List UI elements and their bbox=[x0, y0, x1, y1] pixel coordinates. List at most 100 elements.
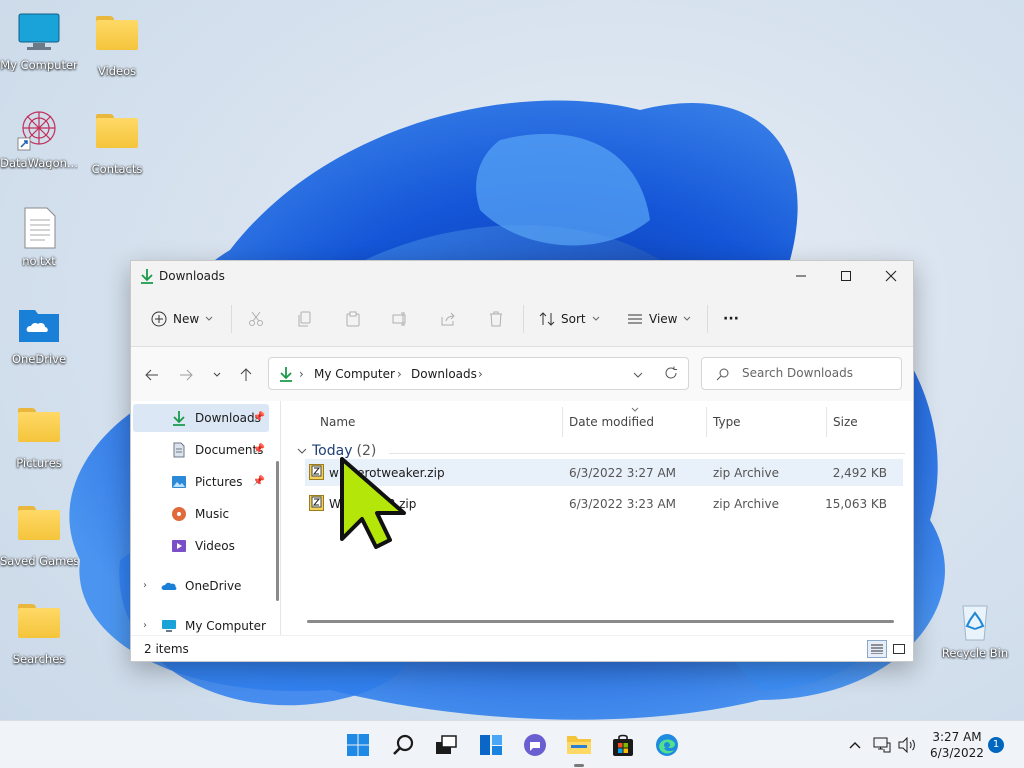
desktop-icon-my-computer[interactable]: My Computer bbox=[0, 10, 78, 72]
search-taskbar-button[interactable] bbox=[389, 731, 417, 759]
desktop-icon-no-txt[interactable]: no.txt bbox=[0, 206, 78, 268]
new-label: New bbox=[173, 312, 200, 326]
share-button[interactable] bbox=[440, 308, 456, 330]
store-bag-icon bbox=[613, 734, 633, 756]
scissors-icon bbox=[249, 311, 263, 326]
onedrive-folder-icon bbox=[19, 310, 59, 342]
widgets-button[interactable] bbox=[477, 731, 505, 759]
sort-label: Sort bbox=[561, 312, 586, 326]
nav-item-downloads[interactable]: Downloads 📌 bbox=[133, 404, 269, 432]
paste-button[interactable] bbox=[345, 308, 361, 330]
datawagon-shortcut-icon bbox=[17, 111, 56, 151]
copy-icon bbox=[298, 311, 311, 327]
desktop-icon-pictures[interactable]: Pictures bbox=[0, 402, 78, 470]
forward-button[interactable] bbox=[175, 364, 197, 386]
windows-logo-icon bbox=[347, 734, 369, 756]
edge-button[interactable] bbox=[653, 731, 681, 759]
sort-indicator-icon bbox=[631, 407, 639, 412]
view-button[interactable]: View bbox=[627, 308, 691, 330]
nav-item-pictures[interactable]: Pictures 📌 bbox=[133, 468, 269, 496]
sort-button[interactable]: Sort bbox=[539, 308, 600, 330]
horizontal-scrollbar[interactable] bbox=[307, 620, 894, 623]
start-button[interactable] bbox=[344, 731, 372, 759]
toolbar-divider bbox=[231, 305, 232, 333]
folder-icon bbox=[96, 16, 138, 50]
maximize-button[interactable] bbox=[823, 261, 869, 291]
breadcrumb-my-computer[interactable]: My Computer bbox=[314, 367, 395, 381]
desktop-icon-label: My Computer bbox=[0, 58, 78, 72]
column-header-size[interactable]: Size bbox=[833, 415, 858, 429]
nav-item-label: Videos bbox=[195, 539, 235, 553]
breadcrumb-separator: › bbox=[478, 367, 483, 381]
rename-button[interactable] bbox=[392, 308, 408, 330]
desktop-icon-onedrive[interactable]: OneDrive bbox=[0, 304, 78, 366]
show-hidden-icons-button[interactable] bbox=[845, 735, 865, 755]
teams-chat-button[interactable] bbox=[521, 731, 549, 759]
file-date: 6/3/2022 3:27 AM bbox=[569, 466, 677, 480]
notification-badge[interactable]: 1 bbox=[988, 737, 1004, 753]
file-explorer-taskbar-button[interactable] bbox=[565, 731, 593, 767]
nav-item-onedrive[interactable]: › OneDrive bbox=[133, 572, 269, 600]
details-view-button[interactable] bbox=[867, 640, 887, 658]
download-icon bbox=[173, 411, 185, 426]
more-options-button[interactable]: ··· bbox=[723, 308, 739, 330]
file-explorer-window[interactable]: Downloads New Sort View ··· › My Compute… bbox=[130, 260, 914, 662]
search-box[interactable] bbox=[701, 357, 902, 390]
tiles-view-button[interactable] bbox=[889, 640, 909, 658]
view-label: View bbox=[649, 312, 678, 326]
file-type: zip Archive bbox=[713, 497, 779, 511]
widgets-icon bbox=[480, 735, 502, 755]
desktop-icon-videos[interactable]: Videos bbox=[78, 10, 156, 78]
window-title: Downloads bbox=[159, 269, 225, 283]
column-header-date[interactable]: Date modified bbox=[569, 415, 654, 429]
desktop-icon-searches[interactable]: Searches bbox=[0, 598, 78, 666]
file-size: 15,063 KB bbox=[825, 497, 887, 511]
back-button[interactable] bbox=[141, 364, 163, 386]
title-bar[interactable]: Downloads bbox=[131, 261, 913, 291]
nav-item-documents[interactable]: Documents 📌 bbox=[133, 436, 269, 464]
cut-button[interactable] bbox=[248, 308, 264, 330]
breadcrumb-downloads[interactable]: Downloads bbox=[411, 367, 477, 381]
nav-item-music[interactable]: Music bbox=[133, 500, 269, 528]
nav-item-label: Downloads bbox=[195, 411, 261, 425]
videos-icon bbox=[172, 540, 186, 552]
store-button[interactable] bbox=[609, 731, 637, 759]
speaker-icon bbox=[898, 737, 915, 753]
refresh-icon[interactable] bbox=[664, 366, 678, 380]
search-icon bbox=[393, 734, 414, 755]
close-icon bbox=[885, 270, 897, 282]
new-button[interactable]: New bbox=[151, 308, 213, 330]
file-type: zip Archive bbox=[713, 466, 779, 480]
nav-item-videos[interactable]: Videos bbox=[133, 532, 269, 560]
copy-button[interactable] bbox=[297, 308, 313, 330]
desktop-icon-label: Contacts bbox=[91, 162, 143, 176]
delete-button[interactable] bbox=[488, 308, 504, 330]
network-button[interactable] bbox=[872, 735, 892, 755]
address-history-chevron-icon[interactable] bbox=[633, 372, 643, 379]
desktop-icon-saved-games[interactable]: Saved Games bbox=[0, 500, 78, 568]
search-input[interactable] bbox=[742, 366, 892, 380]
minimize-button[interactable] bbox=[778, 261, 824, 291]
chevron-down-icon bbox=[205, 316, 213, 321]
close-button[interactable] bbox=[868, 261, 914, 291]
nav-scrollbar[interactable] bbox=[276, 461, 279, 601]
desktop-icon-recycle-bin[interactable]: Recycle Bin bbox=[936, 598, 1014, 660]
file-size: 2,492 KB bbox=[832, 466, 887, 480]
chevron-right-icon[interactable]: › bbox=[143, 580, 147, 591]
address-bar[interactable]: › My Computer › Downloads › bbox=[268, 357, 689, 390]
up-button[interactable] bbox=[235, 364, 257, 386]
recent-locations-button[interactable] bbox=[206, 364, 228, 386]
desktop-icon-label: no.txt bbox=[22, 254, 56, 268]
chevron-right-icon[interactable]: › bbox=[143, 620, 147, 631]
desktop-icon-contacts[interactable]: Contacts bbox=[78, 108, 156, 176]
desktop-icon-datawagon[interactable]: DataWagon... bbox=[0, 108, 78, 170]
plus-circle-icon bbox=[151, 311, 167, 327]
music-icon bbox=[172, 507, 186, 521]
desktop-icon-label: Recycle Bin bbox=[941, 646, 1009, 660]
clock[interactable]: 3:27 AM 6/3/2022 bbox=[922, 729, 992, 761]
volume-button[interactable] bbox=[897, 735, 917, 755]
column-header-type[interactable]: Type bbox=[713, 415, 741, 429]
column-header-name[interactable]: Name bbox=[320, 415, 355, 429]
task-view-button[interactable] bbox=[432, 731, 460, 759]
view-lines-icon bbox=[628, 314, 642, 324]
